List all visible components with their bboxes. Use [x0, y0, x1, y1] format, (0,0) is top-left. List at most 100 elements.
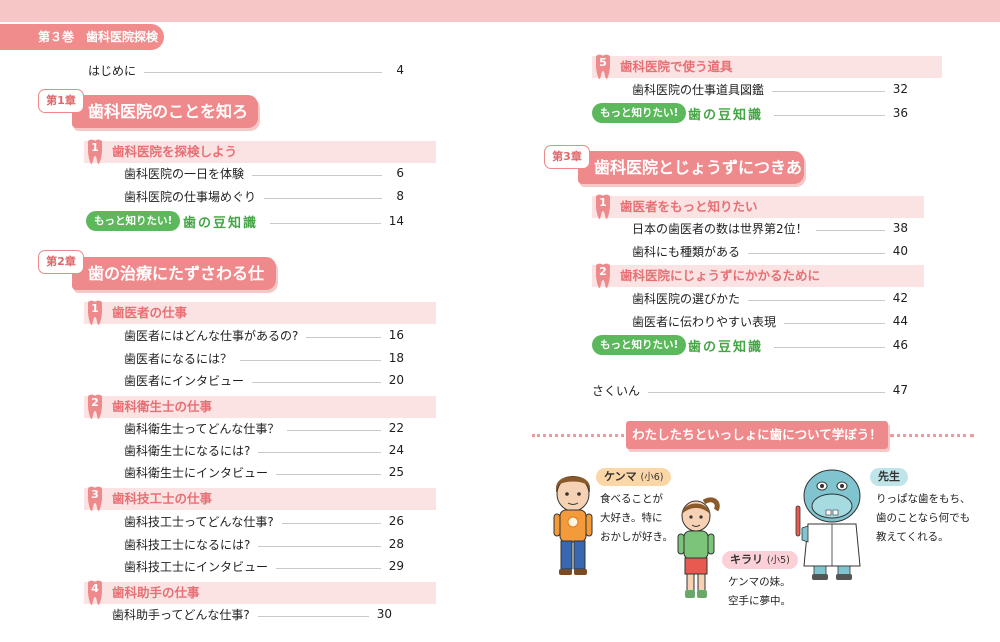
- more-info-badge: もっと知りたい!: [592, 103, 687, 123]
- section-2-2-title[interactable]: 歯科衛生士の仕事: [84, 396, 436, 418]
- toc-entry-trivia[interactable]: 14: [262, 212, 404, 230]
- entry-page: 20: [388, 373, 404, 387]
- entry-title: 日本の歯医者の数は世界第2位！: [632, 221, 808, 236]
- toc-entry[interactable]: 歯科医院の仕事場めぐり 8: [124, 187, 404, 205]
- section-number: 1: [91, 302, 99, 315]
- section-2-1-title[interactable]: 歯医者の仕事: [84, 302, 436, 324]
- toc-entry[interactable]: 歯医者に伝わりやすい表現 44: [632, 312, 908, 330]
- section-2-3-title[interactable]: 歯科技工士の仕事: [84, 488, 436, 510]
- section-title-text: 歯科医院で使う道具: [620, 59, 733, 74]
- toc-entry[interactable]: 歯医者にはどんな仕事があるの? 16: [124, 326, 404, 344]
- character-grade: (小5): [766, 555, 790, 566]
- toc-entry[interactable]: 歯科にも種類がある 40: [632, 242, 908, 260]
- toc-entry[interactable]: 歯科衛生士にインタビュー 25: [124, 463, 404, 481]
- description-line: 食べることが: [600, 493, 663, 505]
- section-5-title[interactable]: 歯科医院で使う道具: [592, 56, 942, 78]
- description-line: おかしが好き。: [600, 531, 673, 543]
- toc-entry[interactable]: 歯科技工士にインタビュー 29: [124, 557, 404, 575]
- kenma-character-illustration: [553, 476, 593, 575]
- toc-entry-index[interactable]: さくいん 47: [592, 381, 908, 399]
- section-title-text: 歯科助手の仕事: [112, 585, 200, 600]
- chapter-3-title[interactable]: 歯科医院とじょうずにつきあう: [578, 151, 804, 210]
- entry-page: 4: [396, 63, 404, 77]
- more-info-badge: もっと知りたい!: [592, 335, 687, 355]
- description-line: ケンマの妹。: [728, 576, 791, 588]
- description-line: 空手に夢中。: [728, 595, 791, 607]
- section-number-tooth-icon: 1: [594, 194, 612, 220]
- section-number-tooth-icon: 4: [86, 580, 104, 606]
- leader-line: [774, 114, 885, 116]
- leader-line: [257, 615, 369, 617]
- entry-page: 28: [388, 537, 404, 551]
- entry-page: 14: [388, 214, 404, 228]
- entry-title: 歯科技工士になるには?: [124, 537, 251, 552]
- section-title-text: 歯医者をもっと知りたい: [620, 199, 758, 214]
- chapter-1-title[interactable]: 歯科医院のことを知ろう: [72, 95, 258, 154]
- section-number: 2: [599, 265, 607, 278]
- entry-page: 24: [388, 443, 404, 457]
- character-grade: (小6): [640, 472, 664, 483]
- kirari-description: ケンマの妹。 空手に夢中。: [728, 573, 791, 611]
- entry-page: 44: [892, 314, 908, 328]
- section-title-text: 歯科医院を探検しよう: [112, 144, 238, 159]
- description-line: 大好き。特に: [600, 512, 663, 524]
- entry-title: 歯科医院の仕事道具図鑑: [632, 82, 765, 97]
- leader-line: [276, 473, 381, 475]
- section-number-tooth-icon: 1: [86, 139, 104, 165]
- entry-title: 歯科衛生士ってどんな仕事？: [124, 421, 280, 436]
- leader-line: [748, 252, 885, 254]
- toc-entry[interactable]: 歯科医院の仕事道具図鑑 32: [632, 80, 908, 98]
- toc-entry[interactable]: 歯医者になるには？ 18: [124, 349, 404, 367]
- toc-entry[interactable]: 歯科医院の一日を体験 6: [124, 164, 404, 182]
- entry-title: 歯医者になるには？: [124, 351, 233, 366]
- entry-page: 22: [388, 421, 404, 435]
- section-number-tooth-icon: 1: [86, 300, 104, 326]
- top-band: [0, 0, 1000, 22]
- entry-title: はじめに: [88, 63, 137, 78]
- toc-entry[interactable]: 歯科技工士になるには? 28: [124, 535, 404, 553]
- entry-title: 歯科助手ってどんな仕事?: [112, 607, 250, 622]
- toc-entry[interactable]: 歯科衛生士ってどんな仕事？ 22: [124, 419, 404, 437]
- section-1-1-title[interactable]: 歯科医院を探検しよう: [84, 141, 436, 163]
- toc-entry[interactable]: 歯科医院の選びかた 42: [632, 289, 908, 307]
- toc-entry-trivia[interactable]: 36: [766, 104, 908, 122]
- chapter-1-tag: 第1章: [38, 89, 84, 113]
- entry-page: 30: [376, 607, 392, 621]
- description-line: 歯のことなら何でも: [876, 512, 971, 524]
- section-number: 1: [91, 141, 99, 154]
- section-number-tooth-icon: 2: [86, 394, 104, 420]
- toc-entry[interactable]: 歯科助手ってどんな仕事? 30: [112, 605, 392, 623]
- toc-entry-intro[interactable]: はじめに 4: [88, 61, 404, 79]
- entry-page: 26: [388, 514, 404, 528]
- character-name: キラリ: [730, 553, 763, 566]
- entry-page: 18: [388, 351, 404, 365]
- volume-tab: 第３巻 歯科医院探検: [0, 24, 164, 50]
- entry-page: 16: [388, 328, 404, 342]
- toc-entry-trivia[interactable]: 46: [766, 336, 908, 354]
- entry-title: 歯科にも種類がある: [632, 244, 741, 259]
- toc-entry[interactable]: 歯科技工士ってどんな仕事? 26: [124, 512, 404, 530]
- more-info-badge: もっと知りたい!: [86, 211, 181, 231]
- toc-entry[interactable]: 歯科衛生士になるには? 24: [124, 441, 404, 459]
- entry-title: 歯科衛生士になるには?: [124, 443, 251, 458]
- leader-line: [772, 90, 885, 92]
- entry-page: 36: [892, 106, 908, 120]
- toc-entry[interactable]: 歯医者にインタビュー 20: [124, 371, 404, 389]
- section-3-1-title[interactable]: 歯医者をもっと知りたい: [592, 196, 924, 218]
- leader-line: [815, 229, 885, 231]
- entry-page: 42: [892, 291, 908, 305]
- section-3-2-title[interactable]: 歯科医院にじょうずにかかるために: [592, 265, 924, 287]
- section-title-text: 歯科医院にじょうずにかかるために: [620, 268, 821, 283]
- section-title-text: 歯医者の仕事: [112, 305, 188, 320]
- entry-title: さくいん: [592, 383, 641, 398]
- entry-title: 歯医者に伝わりやすい表現: [632, 314, 777, 329]
- section-number-tooth-icon: 2: [594, 263, 612, 289]
- entry-page: 46: [892, 338, 908, 352]
- kenma-name-tag: ケンマ (小6): [596, 468, 672, 486]
- kirari-character-illustration: [677, 497, 720, 598]
- toc-entry[interactable]: 日本の歯医者の数は世界第2位！ 38: [632, 219, 908, 237]
- chapter-2-title[interactable]: 歯の治療にたずさわる仕事: [72, 257, 276, 316]
- entry-page: 47: [892, 383, 908, 397]
- section-2-4-title[interactable]: 歯科助手の仕事: [84, 582, 436, 604]
- entry-title: 歯医者にインタビュー: [124, 373, 245, 388]
